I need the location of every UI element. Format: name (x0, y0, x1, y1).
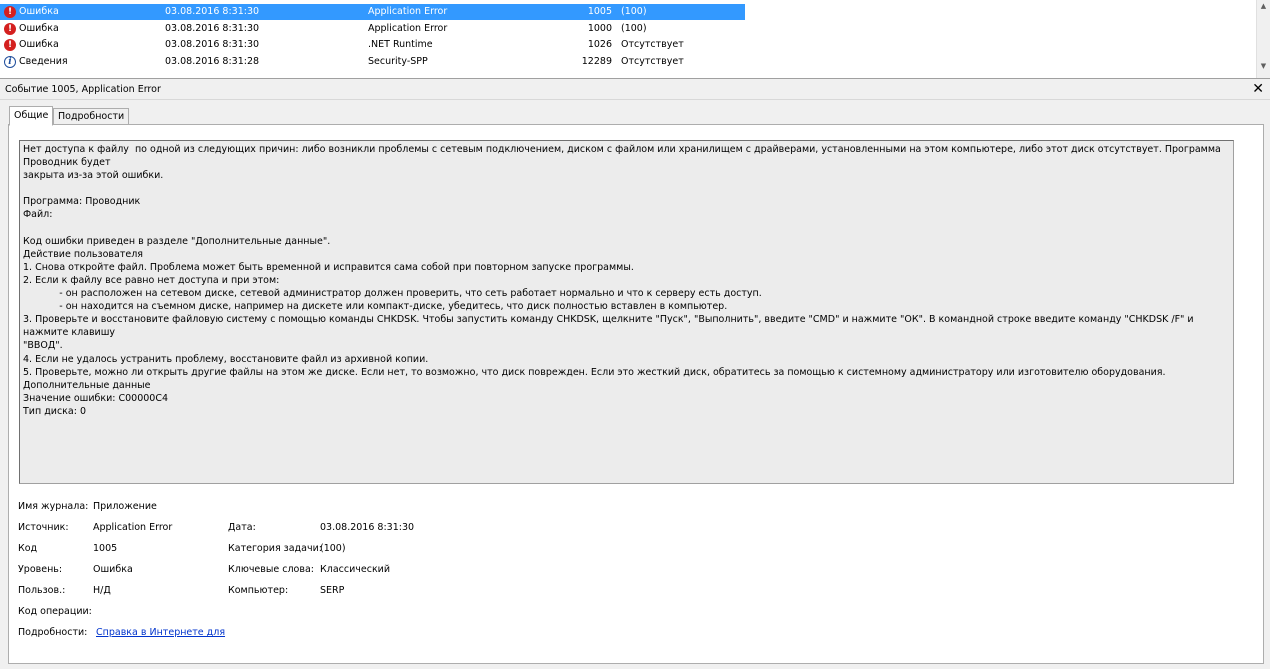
keywords-value[interactable]: Классический (320, 564, 390, 575)
level-label: Уровень: (18, 564, 63, 575)
description-line: - он расположен на сетевом диске, сетево… (23, 288, 762, 300)
source-label: Источник: (18, 522, 69, 533)
event-level: Ошибка (19, 22, 59, 34)
opcode-label: Код операции: (18, 606, 92, 617)
description-line: Программа: Проводник (23, 196, 141, 208)
event-code-value[interactable]: 1005 (93, 543, 117, 554)
description-line (23, 182, 1230, 195)
description-line: 4. Если не удалось устранить проблему, в… (23, 353, 429, 365)
user-label: Пользов.: (18, 585, 66, 596)
event-source: Security-SPP (368, 55, 428, 67)
keywords-label: Ключевые слова: (228, 564, 314, 575)
event-id: 1005 (587, 6, 612, 17)
date-value[interactable]: 03.08.2016 8:31:30 (320, 522, 414, 533)
event-detail-header: Событие 1005, Application Error ✕ (0, 80, 1270, 100)
event-source: Application Error (368, 22, 448, 34)
description-line: 3. Проверьте и восстановите файловую сис… (23, 314, 1197, 339)
event-date: 03.08.2016 8:31:30 (165, 39, 260, 50)
description-line: "ВВОД". (23, 340, 63, 352)
event-level: Ошибка (19, 39, 59, 50)
event-row[interactable]: ! Ошибка 03.08.2016 8:31:30 Application Err… (0, 4, 745, 20)
source-value[interactable]: Application Error (93, 522, 172, 533)
computer-value[interactable]: SERP (320, 585, 344, 596)
scroll-down-arrow-icon[interactable]: ▼ (1257, 60, 1270, 72)
log-name-value[interactable]: Приложение (93, 501, 157, 512)
event-list-scrollbar[interactable]: ▲ ▼ (1256, 0, 1270, 78)
event-row[interactable]: i Сведения 03.08.2016 8:31:28 Security-SPP 1… (0, 54, 745, 70)
description-line: Код ошибки приведен в разделе "Дополните… (23, 235, 331, 247)
event-row[interactable]: ! Ошибка 03.08.2016 8:31:30 Application Err… (0, 21, 745, 37)
event-category: Отсутствует (621, 39, 684, 50)
event-level: Сведения (19, 55, 68, 67)
date-label: Дата: (228, 522, 256, 533)
log-name-label: Имя журнала: (18, 501, 89, 512)
description-line: Тип диска: 0 (23, 405, 86, 417)
more-info-label: Подробности: (18, 627, 88, 638)
description-line: Дополнительные данные (23, 379, 151, 391)
event-id: 1000 (587, 22, 612, 34)
computer-label: Компьютер: (228, 585, 289, 596)
event-category: Отсутствует (621, 55, 684, 67)
description-line: 1. Снова откройте файл. Проблема может б… (23, 261, 634, 273)
event-id: 1026 (587, 39, 612, 50)
event-category: (100) (621, 22, 647, 34)
event-code-label: Код (18, 543, 38, 554)
event-category: (100) (621, 6, 647, 17)
description-line: Нет доступа к файлу по одной из следующи… (23, 144, 1224, 169)
description-line: - он находится на съемном диске, наприме… (23, 301, 728, 313)
error-icon: ! (4, 22, 16, 35)
error-icon: ! (4, 39, 16, 51)
event-id: 12289 (581, 55, 612, 67)
error-icon: ! (4, 6, 16, 18)
description-line: Файл: (23, 209, 53, 221)
info-icon: i (4, 55, 16, 68)
level-value[interactable]: Ошибка (93, 564, 133, 575)
tab-general[interactable]: Общие (9, 106, 54, 126)
event-list[interactable]: ! Ошибка 03.08.2016 8:31:30 Application Err… (0, 0, 1270, 79)
event-date: 03.08.2016 8:31:30 (165, 22, 260, 34)
event-level: Ошибка (19, 6, 59, 17)
description-line: Действие пользователя (23, 248, 143, 260)
event-source: .NET Runtime (368, 39, 433, 50)
event-source: Application Error (368, 6, 448, 17)
task-category-value[interactable]: (100) (320, 543, 346, 554)
event-date: 03.08.2016 8:31:28 (165, 55, 260, 67)
description-line: 2. Если к файлу все равно нет доступа и … (23, 274, 280, 286)
event-description[interactable]: Нет доступа к файлу по одной из следующи… (19, 140, 1234, 484)
scroll-up-arrow-icon[interactable]: ▲ (1257, 0, 1270, 12)
user-value[interactable]: Н/Д (93, 585, 111, 596)
description-line: Значение ошибки: C00000C4 (23, 392, 169, 404)
close-icon[interactable]: ✕ (1252, 80, 1264, 98)
description-line: закрыта из-за этой ошибки. (23, 170, 164, 182)
description-line: 5. Проверьте, можно ли открыть другие фа… (23, 366, 1166, 378)
task-category-label: Категория задачи: (228, 543, 322, 554)
event-detail-title: Событие 1005, Application Error (5, 84, 161, 95)
event-date: 03.08.2016 8:31:30 (165, 6, 260, 17)
description-line (23, 222, 1230, 235)
online-help-link[interactable]: Справка в Интернете для (96, 627, 225, 638)
event-row[interactable]: ! Ошибка 03.08.2016 8:31:30 .NET Runtime 102… (0, 37, 745, 53)
